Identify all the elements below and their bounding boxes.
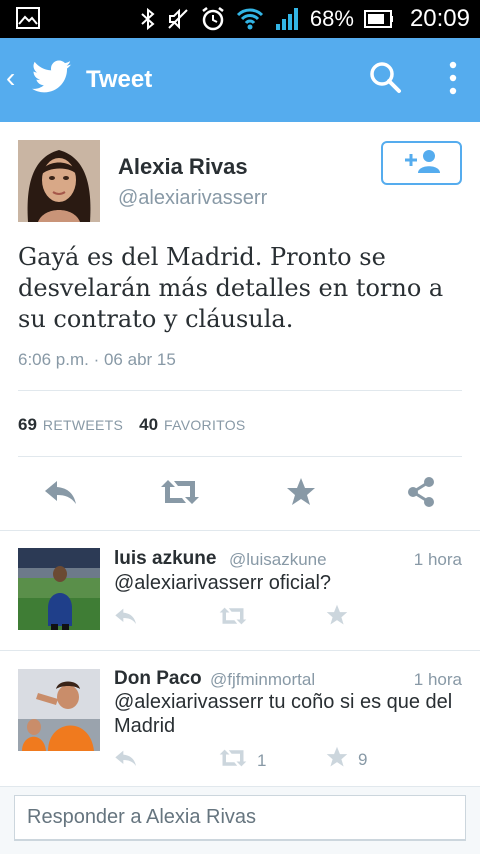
add-user-icon — [402, 148, 442, 179]
search-icon[interactable] — [368, 60, 402, 99]
reply-time: 1 hora — [413, 670, 462, 689]
reply-action-favorite[interactable] — [326, 604, 358, 631]
reply-text: @alexiarivasserr oficial? — [114, 572, 332, 594]
tweet-timestamp: 6:06 p.m. · 06 abr 15 — [18, 350, 176, 369]
reply-time: 1 hora — [413, 550, 462, 569]
favorites-count[interactable]: 40 — [139, 415, 158, 435]
page-title: Tweet — [86, 66, 153, 93]
reply-author-name[interactable]: Don Paco — [114, 668, 202, 690]
reply-icon — [43, 478, 79, 511]
star-icon — [326, 746, 348, 773]
retweets-count[interactable]: 69 — [18, 415, 37, 435]
back-chevron-icon[interactable]: ‹ — [6, 64, 15, 92]
reply-avatar[interactable] — [18, 548, 100, 630]
tweet-actions — [0, 474, 480, 514]
reply-author-handle[interactable]: @luisazkune — [229, 550, 327, 570]
reply-text: @alexiarivasserr tu coño si es que del M… — [114, 691, 453, 737]
gallery-notification-icon — [16, 7, 40, 34]
share-icon — [405, 476, 437, 513]
reply-action-reply[interactable] — [114, 748, 138, 773]
reply-icon — [114, 748, 138, 773]
reply-author-name[interactable]: luis azkune — [114, 548, 216, 570]
reply-composer — [0, 786, 480, 854]
reply-action-retweet[interactable]: 1 — [219, 748, 266, 773]
star-icon — [286, 477, 316, 512]
app-bar: ‹ Tweet — [0, 38, 480, 122]
battery-icon — [363, 9, 394, 29]
bluetooth-icon — [140, 7, 156, 31]
favorites-label[interactable]: FAVORITOS — [164, 417, 246, 433]
reply-retweet-count: 1 — [257, 750, 267, 770]
reply-author-handle[interactable]: @fjfminmortal — [210, 670, 315, 690]
status-bar: 68% 20:09 — [0, 0, 480, 38]
twitter-bird-icon[interactable] — [31, 60, 72, 99]
reply-action-reply[interactable] — [114, 606, 138, 631]
favorite-button[interactable] — [281, 474, 321, 514]
reply-icon — [114, 606, 138, 631]
tweet-text: Gayá es del Madrid. Pronto se desvelarán… — [18, 243, 444, 333]
retweet-icon — [219, 748, 247, 773]
retweet-icon — [219, 606, 247, 631]
reply-button[interactable] — [41, 474, 81, 514]
status-time: 20:09 — [409, 5, 470, 32]
wifi-icon — [236, 6, 264, 32]
retweet-button[interactable] — [160, 474, 200, 514]
reply-avatar[interactable] — [18, 669, 100, 751]
alarm-icon — [200, 6, 226, 32]
divider — [18, 456, 462, 457]
reply-action-retweet[interactable] — [219, 606, 257, 631]
retweets-label[interactable]: RETWEETS — [43, 417, 123, 433]
divider — [18, 390, 462, 391]
tweet-stats: 69 RETWEETS 40 FAVORITOS — [18, 415, 256, 435]
reply-item[interactable]: Don Paco @fjfminmortal 1 hora @alexiariv… — [0, 650, 480, 784]
mute-icon — [166, 7, 190, 31]
battery-percent: 68% — [309, 6, 354, 31]
author-avatar[interactable] — [18, 140, 100, 222]
overflow-menu-icon[interactable] — [446, 60, 460, 101]
reply-item[interactable]: luis azkune @luisazkune 1 hora @alexiari… — [0, 530, 480, 650]
retweet-icon — [160, 478, 200, 511]
follow-button[interactable] — [381, 141, 462, 185]
signal-icon — [274, 6, 300, 32]
reply-action-favorite[interactable]: 9 — [326, 746, 367, 773]
reply-input[interactable] — [14, 795, 466, 841]
author-handle[interactable]: @alexiarivasserr — [118, 187, 267, 210]
author-name[interactable]: Alexia Rivas — [118, 154, 248, 180]
share-button[interactable] — [401, 474, 441, 514]
reply-favorite-count: 9 — [358, 749, 368, 769]
star-icon — [326, 604, 348, 631]
